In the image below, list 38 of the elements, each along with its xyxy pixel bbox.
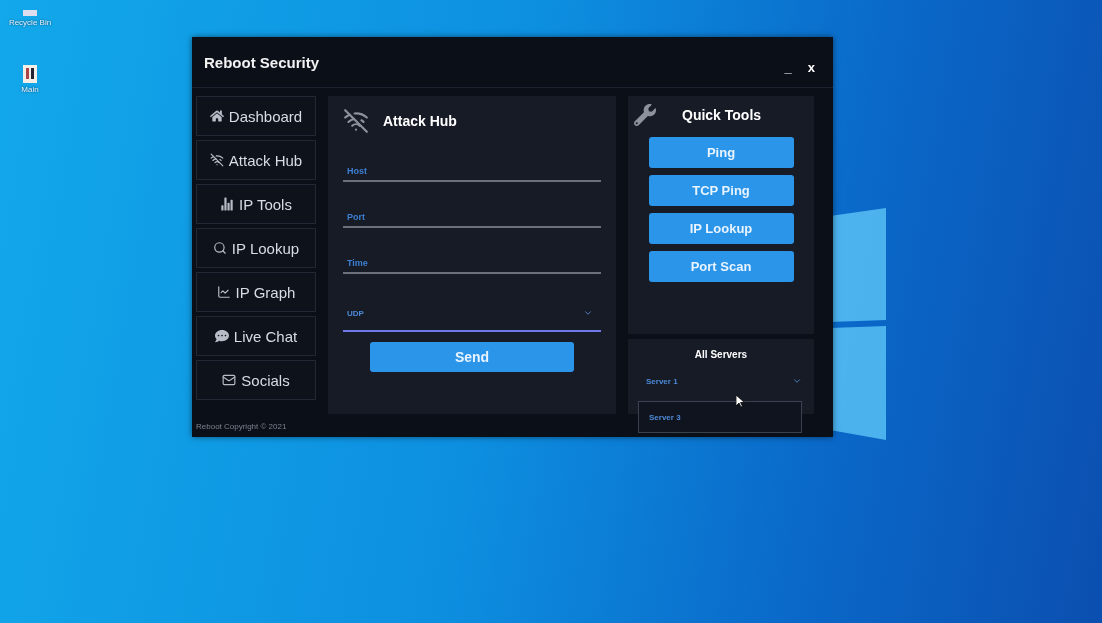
sidebar-item[interactable]: IP Graph bbox=[196, 272, 316, 312]
chevron-icon bbox=[792, 376, 802, 386]
tool-button[interactable]: TCP Ping bbox=[648, 175, 794, 206]
input-field[interactable]: Time bbox=[343, 240, 601, 274]
wrench-icon bbox=[634, 104, 656, 126]
close-button[interactable]: x bbox=[799, 55, 823, 79]
input-field[interactable]: Host bbox=[343, 148, 601, 182]
server-select[interactable]: Server 1 bbox=[638, 376, 804, 386]
panel-title: Quick Tools bbox=[682, 107, 762, 123]
tool-button[interactable]: Port Scan bbox=[648, 251, 794, 282]
menu-item-icon bbox=[216, 285, 231, 299]
sidebar-item[interactable]: Socials bbox=[196, 360, 316, 400]
dropdown-option[interactable]: Server 3 bbox=[649, 412, 681, 422]
input-field[interactable]: Port bbox=[343, 194, 601, 228]
send-button[interactable]: Send bbox=[370, 342, 574, 372]
sidebar-item[interactable]: IP Lookup bbox=[196, 228, 316, 268]
tool-button[interactable]: Ping bbox=[648, 137, 794, 168]
sidebar-item[interactable]: Dashboard bbox=[196, 96, 316, 136]
menu-item-icon bbox=[214, 329, 229, 343]
sidebar-item[interactable]: Attack Hub bbox=[196, 140, 316, 180]
sidebar-item[interactable]: Live Chat bbox=[196, 316, 316, 356]
menu-item-icon bbox=[222, 373, 237, 387]
copyright-text: Reboot Copyright © 2021 bbox=[196, 421, 287, 431]
panel-title: All Servers bbox=[694, 349, 748, 360]
menu-item-icon bbox=[209, 153, 224, 167]
menu-item-icon bbox=[212, 241, 227, 255]
menu-item-icon bbox=[220, 197, 235, 211]
minimize-button[interactable]: _ bbox=[776, 55, 800, 79]
mouse-cursor-icon bbox=[736, 395, 745, 408]
menu-item-icon bbox=[209, 109, 224, 123]
wifi-off-icon bbox=[343, 108, 369, 134]
chevron-icon bbox=[583, 308, 593, 318]
tool-button[interactable]: IP Lookup bbox=[648, 213, 794, 244]
file-icon[interactable] bbox=[23, 65, 37, 83]
sidebar-item[interactable]: IP Tools bbox=[196, 184, 316, 224]
method-select[interactable]: UDP bbox=[343, 292, 601, 332]
panel-title: Attack Hub bbox=[383, 113, 457, 129]
window-title: Reboot Security bbox=[204, 53, 321, 71]
